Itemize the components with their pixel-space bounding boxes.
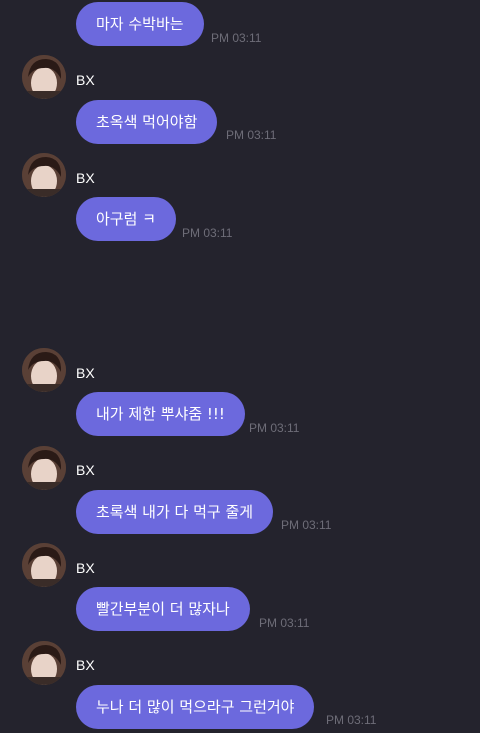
sender-name: BX xyxy=(76,365,95,381)
message-bubble[interactable]: 내가 제한 뿌샤줌 !!! xyxy=(76,392,245,436)
sender-name: BX xyxy=(76,462,95,478)
message-bubble[interactable]: 마자 수박바는 xyxy=(76,2,204,46)
avatar[interactable] xyxy=(22,543,66,587)
message-bubble[interactable]: 아구럼 ㅋ xyxy=(76,197,176,241)
avatar[interactable] xyxy=(22,153,66,197)
message-timestamp: PM 03:11 xyxy=(182,226,233,240)
avatar[interactable] xyxy=(22,446,66,490)
sender-name: BX xyxy=(76,170,95,186)
message-timestamp: PM 03:11 xyxy=(259,616,310,630)
sender-name: BX xyxy=(76,657,95,673)
message-timestamp: PM 03:11 xyxy=(326,713,377,727)
avatar[interactable] xyxy=(22,55,66,99)
message-bubble[interactable]: 누나 더 많이 먹으라구 그런거야 xyxy=(76,685,315,729)
message-bubble[interactable]: 빨간부분이 더 많자나 xyxy=(76,587,250,631)
avatar[interactable] xyxy=(22,348,66,392)
message-timestamp: PM 03:11 xyxy=(281,518,332,532)
sender-name: BX xyxy=(76,560,95,576)
message-bubble[interactable]: 초옥색 먹어야함 xyxy=(76,100,218,144)
message-timestamp: PM 03:11 xyxy=(211,31,262,45)
avatar[interactable] xyxy=(22,641,66,685)
message-timestamp: PM 03:11 xyxy=(249,421,300,435)
sender-name: BX xyxy=(76,72,95,88)
message-timestamp: PM 03:11 xyxy=(226,128,277,142)
message-bubble[interactable]: 초록색 내가 다 먹구 줄게 xyxy=(76,490,274,534)
